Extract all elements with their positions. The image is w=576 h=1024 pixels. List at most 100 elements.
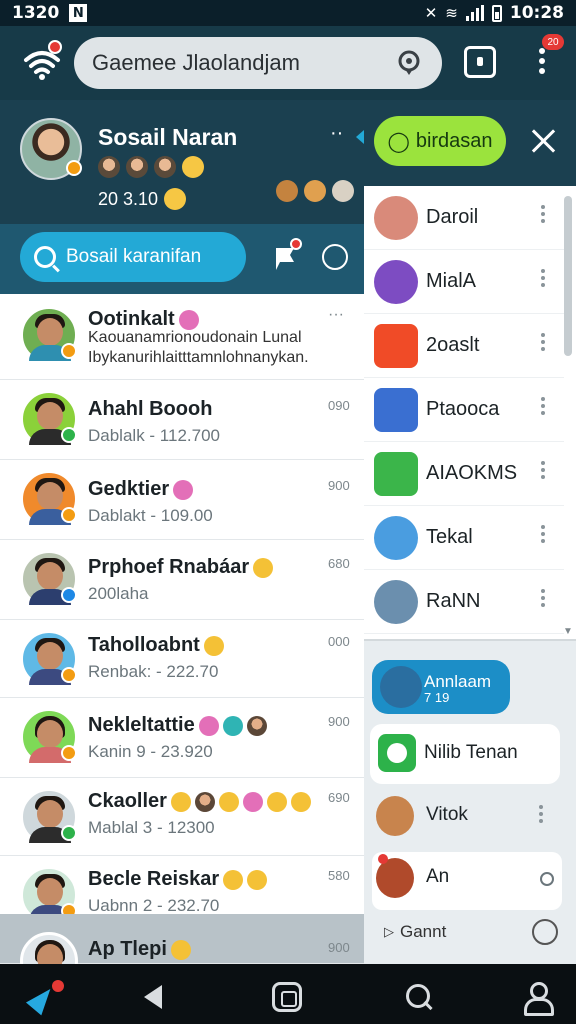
status-badge: [66, 160, 82, 176]
chat-row[interactable]: Prphoef Rnabáar 200laha 680: [0, 540, 364, 620]
rocket-icon[interactable]: [25, 980, 64, 1016]
more-icon[interactable]: [540, 458, 546, 482]
chat-time: 690: [328, 790, 350, 805]
panel-list: Daroil MialA 2oaslt Ptaooca AIAOKMS Teka…: [364, 186, 576, 641]
more-icon[interactable]: [540, 522, 546, 546]
panel-row-label: An: [426, 866, 450, 887]
radio-button[interactable]: [540, 872, 554, 886]
chat-name: Nekleltattie: [88, 714, 267, 737]
avatar: [20, 550, 78, 608]
search-icon[interactable]: [396, 49, 424, 77]
chat-name: Ap Tlepi: [88, 938, 191, 961]
panel-row[interactable]: An: [372, 852, 562, 910]
app-bar: Gaemee Jlaolandjam 20: [0, 26, 576, 100]
header-dots[interactable]: ··: [330, 122, 343, 145]
panel-header: ◯ birdasan: [356, 100, 576, 186]
panel-item[interactable]: Daroil: [364, 186, 564, 250]
profile-avatar[interactable]: [20, 118, 82, 180]
status-badge: [61, 667, 77, 683]
profile-emojis: [98, 156, 204, 178]
chat-list: Ootinkalt Kaouanamrionoudonain Lunal Iby…: [0, 294, 364, 964]
mute-icon: ✕: [424, 4, 438, 22]
chat-name: Gedktier: [88, 478, 194, 501]
close-icon[interactable]: [528, 126, 560, 158]
panel-item[interactable]: MialA: [364, 250, 564, 314]
chat-row[interactable]: Gedktier Dablakt - 109.00 900: [0, 460, 364, 540]
avatar-small-1: [98, 156, 120, 178]
emoji-button-icon[interactable]: [322, 244, 348, 270]
battery-icon: [491, 4, 502, 22]
back-icon[interactable]: [140, 982, 170, 1012]
chat-name: Taholloabnt: [88, 634, 224, 657]
chat-bubble-icon: ◯: [387, 130, 410, 153]
panel-card[interactable]: Nilib Tenan: [370, 724, 560, 784]
emoji-icon: [170, 791, 191, 812]
chat-row[interactable]: Ckaoller Mablal 3 - 12300 690: [0, 778, 364, 856]
chat-name: Prphoef Rnabáar: [88, 556, 274, 579]
square-button[interactable]: [464, 46, 496, 78]
panel-item[interactable]: Ptaooca: [364, 378, 564, 442]
app-icon: [374, 580, 418, 624]
more-icon[interactable]: [538, 802, 544, 826]
emoji-icon: [218, 791, 239, 812]
chat-sub: Kanin 9 - 23.920: [88, 742, 213, 761]
search-text[interactable]: Gaemee Jlaolandjam: [92, 50, 300, 76]
panel-card[interactable]: Annlaam 7 19: [372, 660, 510, 714]
action-search-pill[interactable]: Bosail karanifan: [20, 232, 246, 282]
action-pill-label: Bosail karanifan: [66, 246, 202, 267]
chat-name: Ckaoller: [88, 790, 311, 813]
more-icon[interactable]: [540, 330, 546, 354]
chat-sub: Uabnn 2 - 232.70: [88, 896, 220, 915]
app-icon: [374, 516, 418, 560]
scrollbar[interactable]: [564, 196, 572, 356]
footer-label: Gannt: [400, 922, 447, 941]
panel-item-label: 2oaslt: [426, 334, 480, 356]
chat-sub: Dablakt - 109.00: [88, 506, 213, 525]
panel-bubble-button[interactable]: ◯ birdasan: [374, 116, 506, 166]
emoji-icon: [182, 156, 204, 178]
app-icon: [374, 388, 418, 432]
sticker-icon-2: [304, 180, 326, 202]
search-icon[interactable]: [404, 982, 434, 1012]
heart-emoji-icon: [178, 309, 199, 330]
logo-notification-dot: [48, 40, 62, 54]
scroll-down-icon[interactable]: ▼: [563, 626, 573, 637]
status-badge: [61, 427, 77, 443]
chat-row[interactable]: Ootinkalt Kaouanamrionoudonain Lunal Iby…: [0, 294, 364, 380]
panel-item[interactable]: RaNN: [364, 570, 564, 634]
panel-item-label: MialA: [426, 270, 477, 292]
sticker-emoji-icon: [246, 715, 267, 736]
flag-badge: [290, 238, 302, 250]
search-bar[interactable]: Gaemee Jlaolandjam: [74, 37, 442, 89]
panel-item[interactable]: AIAOKMS: [364, 442, 564, 506]
profile-icon[interactable]: [522, 982, 554, 1016]
chat-row[interactable]: Ap Tlepi 900: [0, 914, 364, 964]
more-icon[interactable]: [540, 586, 546, 610]
sticker-icon-1: [276, 180, 298, 202]
status-badge: [61, 745, 77, 761]
more-icon[interactable]: [540, 202, 546, 226]
home-icon[interactable]: [272, 982, 302, 1012]
panel-footer[interactable]: ▷ Gannt: [372, 912, 568, 952]
status-time-right: 10:28: [509, 3, 564, 23]
play-icon[interactable]: ▷: [384, 924, 394, 940]
more-icon[interactable]: [540, 394, 546, 418]
panel-item[interactable]: 2oaslt: [364, 314, 564, 378]
panel-item[interactable]: Tekal: [364, 506, 564, 570]
avatar: [20, 470, 78, 528]
chat-row[interactable]: Taholloabnt Renbak: - 222.70 000: [0, 620, 364, 698]
sticker-icon-3: [332, 180, 354, 202]
chat-row[interactable]: Nekleltattie Kanin 9 - 23.920 900: [0, 698, 364, 778]
status-badge: [61, 825, 77, 841]
row-more-icon[interactable]: ···: [328, 306, 344, 324]
chat-row[interactable]: Ahahl Boooh Dablalk - 112.700 090: [0, 380, 364, 460]
chat-time: 090: [328, 398, 350, 413]
more-icon[interactable]: [540, 266, 546, 290]
chat-sub: Mablal 3 - 12300: [88, 818, 215, 837]
avatar: [376, 796, 414, 836]
panel-row[interactable]: Vitok: [372, 790, 562, 848]
chat-icon[interactable]: [532, 919, 558, 945]
chat-sub: 200laha: [88, 584, 149, 603]
app-icon: [374, 324, 418, 368]
card-sub: 7 19: [424, 690, 450, 705]
